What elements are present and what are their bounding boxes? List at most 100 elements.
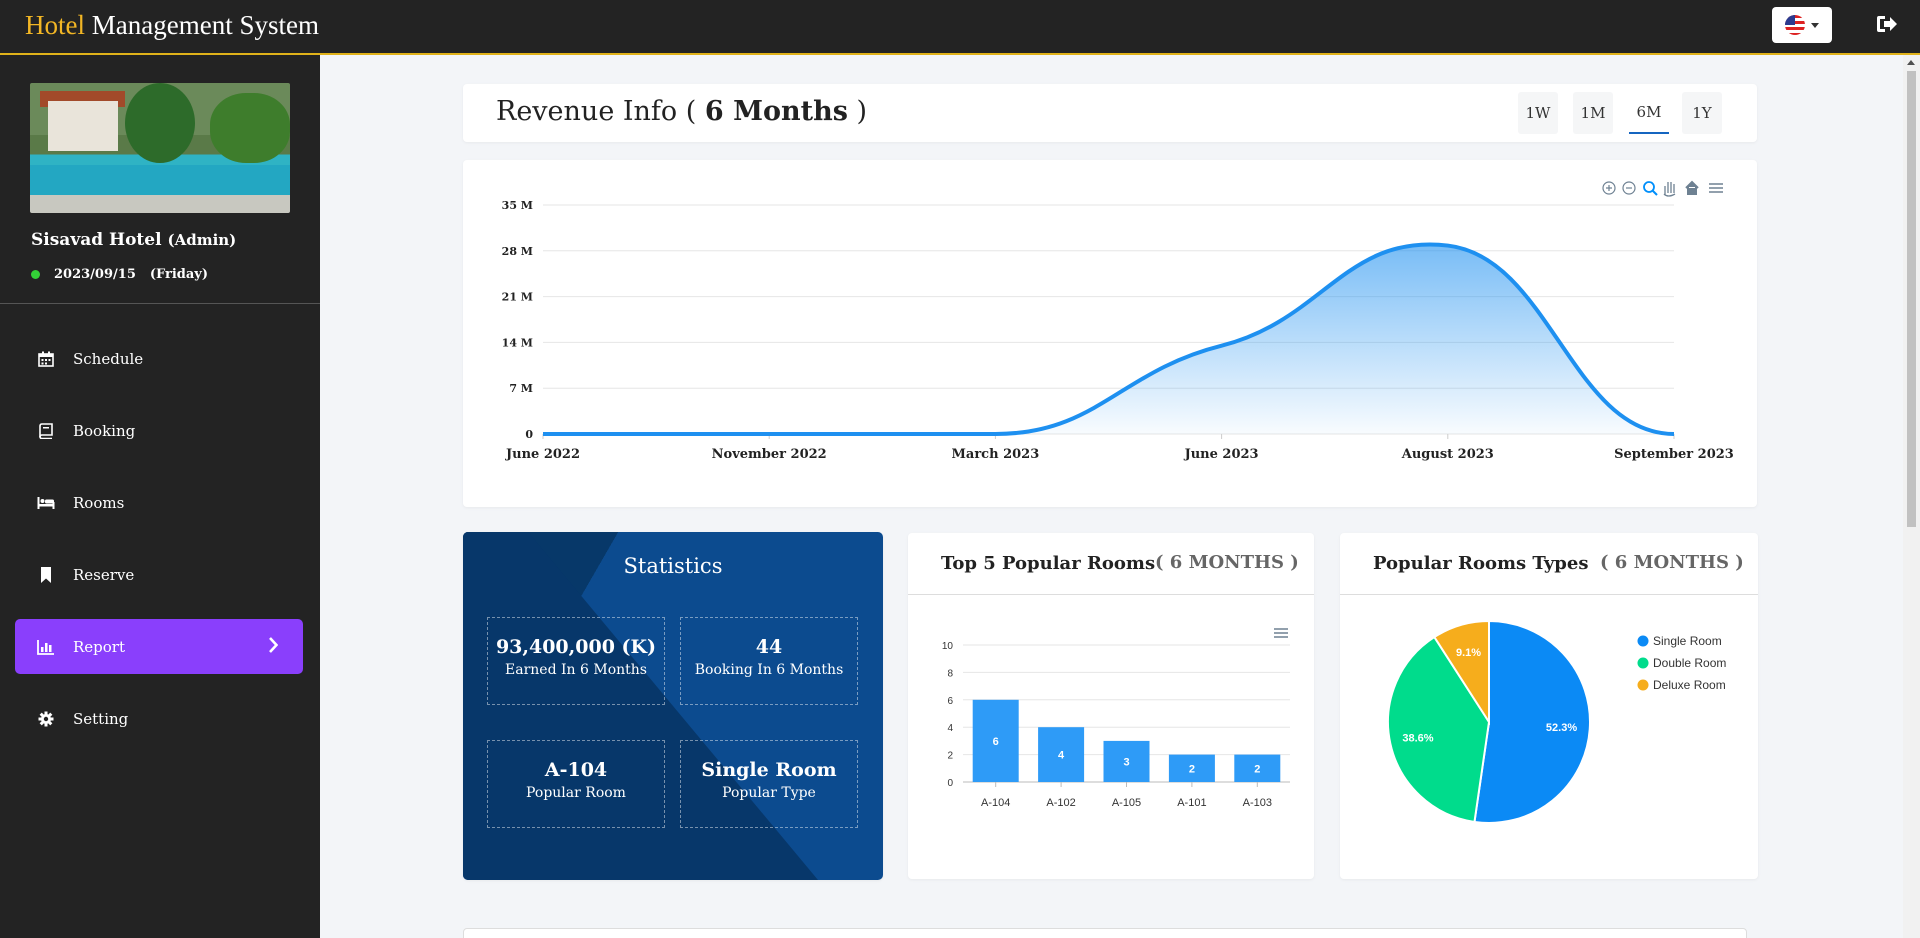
y-tick-label: 2 — [947, 751, 953, 762]
popular-rooms-header: Top 5 Popular Rooms ( 6 MONTHS ) — [908, 533, 1314, 595]
page-scrollbar[interactable] — [1903, 55, 1920, 938]
bar-chart-icon — [37, 638, 55, 656]
stat-value: 93,400,000 (K) — [495, 636, 657, 658]
sidebar-item-label: Setting — [73, 709, 129, 728]
hotel-photo — [30, 83, 290, 213]
bar-data-label: 3 — [1123, 756, 1129, 768]
stat-label: Popular Type — [722, 785, 816, 801]
stat-bookings: 44 Booking In 6 Months — [680, 617, 858, 705]
popular-types-title: Popular Rooms Types — [1373, 553, 1589, 574]
range-1m-button[interactable]: 1M — [1573, 92, 1613, 134]
x-tick-label: August 2023 — [1401, 447, 1494, 462]
app-title: Hotel Management System — [25, 10, 319, 41]
book-icon — [37, 422, 55, 440]
bar-data-label: 6 — [993, 736, 999, 748]
calendar-icon — [37, 350, 55, 368]
hotel-name: Sisavad Hotel (Admin) — [31, 230, 236, 250]
app-title-accent: Hotel — [25, 10, 85, 40]
legend-label[interactable]: Deluxe Room — [1653, 678, 1726, 692]
room-types-pie-chart: 52.3% 38.6% 9.1% Single Room Double Room Del… — [1387, 619, 1726, 824]
stat-value: Single Room — [701, 759, 837, 781]
selection-zoom-icon[interactable] — [1643, 181, 1658, 196]
caret-down-icon — [1811, 22, 1819, 28]
pie-data-label: 52.3% — [1546, 722, 1577, 734]
legend-label[interactable]: Single Room — [1653, 634, 1722, 648]
day-text: (Friday) — [149, 267, 209, 282]
us-flag-icon — [1785, 15, 1805, 35]
reset-home-icon[interactable] — [1685, 180, 1699, 195]
legend-marker[interactable] — [1637, 679, 1649, 691]
y-tick-label: 10 — [942, 641, 954, 652]
scrollbar-thumb[interactable] — [1907, 71, 1916, 527]
zoom-out-icon[interactable] — [1622, 181, 1636, 195]
menu-icon[interactable] — [1709, 183, 1723, 193]
top-bar: Hotel Management System — [0, 0, 1920, 55]
pie-data-label: 9.1% — [1456, 647, 1481, 659]
y-tick-label: 28 M — [502, 245, 533, 258]
current-date: 2023/09/15 (Friday) — [31, 267, 208, 282]
range-1w-button[interactable]: 1W — [1518, 92, 1558, 134]
range-1y-button[interactable]: 1Y — [1682, 92, 1722, 134]
sidebar: Sisavad Hotel (Admin) 2023/09/15 (Friday… — [0, 55, 320, 938]
x-tick-label: A-102 — [1046, 797, 1075, 809]
menu-icon[interactable] — [1274, 628, 1288, 638]
sidebar-divider — [0, 303, 320, 304]
y-tick-label: 0 — [947, 778, 953, 789]
revenue-title-prefix: Revenue Info ( — [496, 96, 705, 127]
user-role: (Admin) — [167, 231, 237, 249]
sidebar-item-reserve[interactable]: Reserve — [15, 547, 303, 602]
chart-toolbar — [1602, 180, 1723, 197]
revenue-title-suffix: ) — [847, 96, 868, 127]
bar-data-label: 2 — [1189, 763, 1195, 775]
popular-rooms-title: Top 5 Popular Rooms — [941, 553, 1156, 574]
sidebar-item-setting[interactable]: Setting — [15, 691, 303, 746]
stat-value: 44 — [755, 636, 783, 658]
y-tick-label: 0 — [525, 428, 533, 441]
x-tick-label: March 2023 — [952, 447, 1040, 462]
x-tick-label: A-104 — [981, 797, 1010, 809]
popular-rooms-chart: 0 2 4 6 8 10 6 A-104 4 A-102 3 A-105 2 A-101 2 A-103 — [942, 628, 1290, 809]
bar-data-label: 2 — [1254, 763, 1260, 775]
stat-value: A-104 — [544, 759, 608, 781]
sidebar-item-booking[interactable]: Booking — [15, 403, 303, 458]
sidebar-item-report[interactable]: Report — [15, 619, 303, 674]
legend-marker[interactable] — [1637, 657, 1649, 669]
bed-icon — [37, 494, 55, 512]
popular-types-card: Popular Rooms Types ( 6 MONTHS ) 52.3% 38… — [1340, 533, 1758, 879]
stat-label: Earned In 6 Months — [505, 662, 647, 678]
y-tick-label: 6 — [947, 696, 953, 707]
range-6m-button[interactable]: 6M — [1629, 92, 1669, 134]
chevron-right-icon — [269, 637, 278, 653]
x-tick-label: A-105 — [1112, 797, 1141, 809]
y-tick-label: 4 — [947, 723, 953, 734]
statistics-card: Statistics 93,400,000 (K) Earned In 6 Mo… — [463, 532, 883, 880]
popular-rooms-period: ( 6 MONTHS ) — [1155, 552, 1299, 573]
popular-rooms-card: Top 5 Popular Rooms ( 6 MONTHS ) 0 2 4 6 8 10… — [908, 533, 1314, 879]
pan-hand-icon[interactable] — [1663, 182, 1676, 197]
y-tick-label: 7 M — [509, 382, 533, 395]
stat-earned: 93,400,000 (K) Earned In 6 Months — [487, 617, 665, 705]
revenue-title: Revenue Info ( 6 Months ) — [496, 96, 867, 127]
sidebar-item-label: Report — [73, 637, 126, 656]
revenue-title-period: 6 Months — [704, 96, 848, 127]
bar-data-label: 4 — [1058, 750, 1065, 762]
legend-label[interactable]: Double Room — [1653, 656, 1726, 670]
app-title-rest: Management System — [85, 10, 319, 40]
online-status-dot — [31, 270, 40, 279]
sidebar-item-rooms[interactable]: Rooms — [15, 475, 303, 530]
revenue-chart-card: 0 7 M 14 M 21 M 28 M 35 M June 2022 November 2… — [463, 160, 1757, 507]
x-tick-label: A-103 — [1243, 797, 1272, 809]
revenue-chart: 0 7 M 14 M 21 M 28 M 35 M June 2022 November 2… — [502, 180, 1734, 462]
zoom-in-icon[interactable] — [1602, 181, 1616, 195]
y-tick-label: 21 M — [502, 291, 533, 304]
x-tick-label: November 2022 — [712, 447, 827, 462]
scroll-up-arrow-icon[interactable] — [1907, 60, 1915, 65]
x-tick-label: A-101 — [1177, 797, 1206, 809]
x-tick-label: September 2023 — [1614, 447, 1734, 462]
legend-marker[interactable] — [1637, 635, 1649, 647]
language-dropdown[interactable] — [1772, 7, 1832, 43]
popular-types-header: Popular Rooms Types ( 6 MONTHS ) — [1340, 533, 1758, 595]
y-tick-label: 8 — [947, 668, 953, 679]
sign-out-icon[interactable] — [1876, 14, 1898, 34]
sidebar-item-schedule[interactable]: Schedule — [15, 331, 303, 386]
